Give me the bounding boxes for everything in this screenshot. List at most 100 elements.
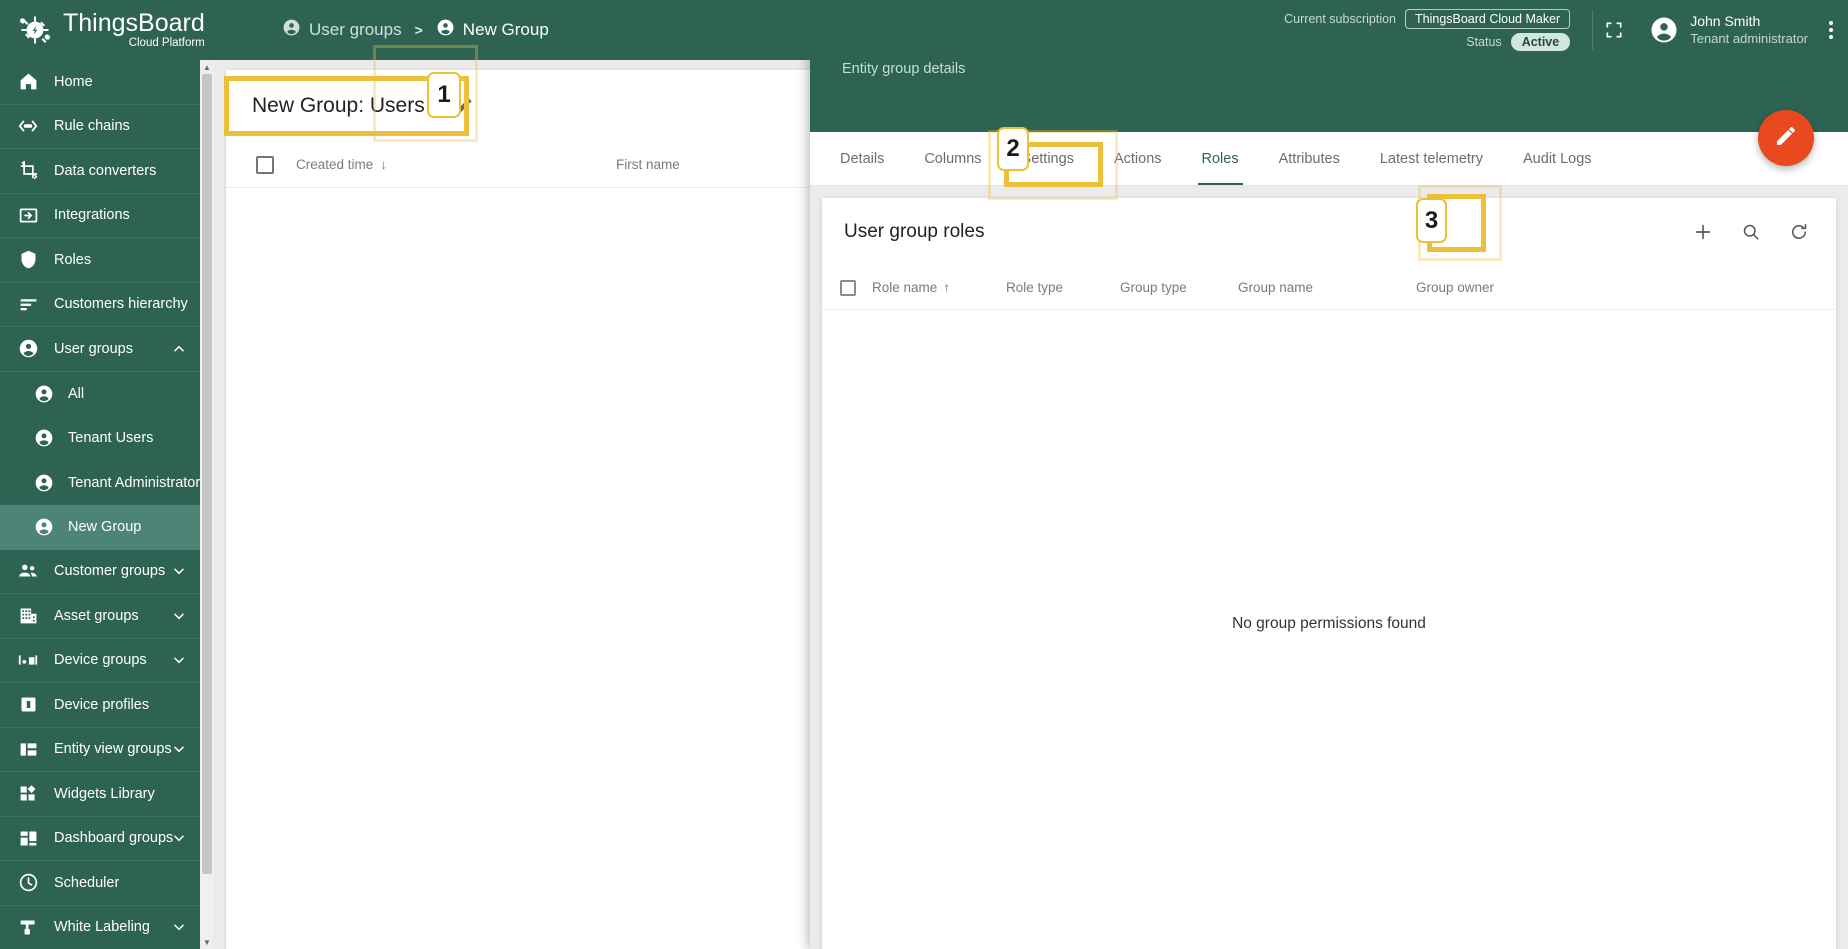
user-menu[interactable]: John Smith Tenant administrator xyxy=(1635,13,1814,48)
column-header-role-type[interactable]: Role type xyxy=(1006,280,1120,295)
pencil-icon xyxy=(1774,124,1798,153)
sidebar-item-dashboard-groups[interactable]: Dashboard groups xyxy=(0,817,200,861)
sidebar-scrollbar-thumb[interactable] xyxy=(202,74,212,874)
sidebar-item-data-converters[interactable]: Data converters xyxy=(0,149,200,194)
sidebar-item-label: Dashboard groups xyxy=(54,830,174,847)
tab-attributes[interactable]: Attributes xyxy=(1259,132,1360,185)
breadcrumb-new-group[interactable]: New Group xyxy=(436,18,549,42)
tab-audit-logs[interactable]: Audit Logs xyxy=(1503,132,1612,185)
column-label: Group owner xyxy=(1416,280,1495,295)
chevron-down-icon[interactable] xyxy=(172,564,186,578)
sidebar-item-widgets-library[interactable]: Widgets Library xyxy=(0,772,200,817)
breadcrumb-user-groups[interactable]: User groups xyxy=(282,18,402,42)
sidebar-item-user-groups[interactable]: User groups xyxy=(0,327,200,372)
tab-roles[interactable]: Roles xyxy=(1182,132,1259,185)
sidebar-item-label: Home xyxy=(54,73,93,90)
brush-icon xyxy=(16,915,40,939)
subscription-info: Current subscription ThingsBoard Cloud M… xyxy=(1284,9,1592,51)
sidebar-item-device-groups[interactable]: Device groups xyxy=(0,639,200,683)
column-header-group-name[interactable]: Group name xyxy=(1238,280,1416,295)
sidebar-item-label: Tenant Administrators xyxy=(68,474,200,491)
column-header-group-type[interactable]: Group type xyxy=(1120,280,1238,295)
chevron-down-icon[interactable] xyxy=(172,653,186,667)
sidebar-item-label: White Labeling xyxy=(54,919,150,936)
refresh-icon[interactable] xyxy=(1778,211,1820,253)
column-header-role-name[interactable]: Role name ↑ xyxy=(872,280,1006,295)
user-icon xyxy=(32,515,56,539)
scroll-down-arrow-icon[interactable]: ▼ xyxy=(200,935,214,949)
chevron-down-icon[interactable] xyxy=(172,831,186,845)
sidebar-item-label: Device profiles xyxy=(54,696,150,713)
sidebar-item-all[interactable]: All xyxy=(0,372,200,417)
scroll-up-arrow-icon[interactable]: ▲ xyxy=(200,60,214,74)
subscription-plan-badge[interactable]: ThingsBoard Cloud Maker xyxy=(1405,9,1571,29)
tab-latest-telemetry[interactable]: Latest telemetry xyxy=(1360,132,1503,185)
tab-label: Roles xyxy=(1201,150,1239,167)
sidebar-item-label: User groups xyxy=(54,340,133,357)
empty-state-message: No group permissions found xyxy=(1232,614,1426,632)
top-toolbar: ThingsBoard Cloud Platform User groups > xyxy=(0,0,1848,60)
chevron-up-icon[interactable] xyxy=(172,342,186,356)
sidebar-item-tenant-users[interactable]: Tenant Users xyxy=(0,416,200,461)
column-header-created-time[interactable]: Created time ↓ xyxy=(296,157,616,172)
kebab-menu-icon[interactable] xyxy=(1814,21,1848,39)
user-icon xyxy=(16,337,40,361)
sidebar-item-customers-hierarchy[interactable]: Customers hierarchy xyxy=(0,283,200,327)
subscription-label: Current subscription xyxy=(1284,12,1396,26)
tab-details[interactable]: Details xyxy=(820,132,904,185)
select-all-checkbox[interactable] xyxy=(256,155,274,174)
annotation-number: 3 xyxy=(1424,206,1439,234)
dashboard-icon xyxy=(16,826,40,850)
sidebar-item-tenant-administrators[interactable]: Tenant Administrators xyxy=(0,461,200,506)
sort-desc-icon: ↓ xyxy=(380,157,388,172)
data-converters-icon xyxy=(16,159,40,183)
user-group-roles-card: User group roles Role name ↑ Role type G… xyxy=(822,198,1836,949)
integrations-icon xyxy=(16,203,40,227)
breadcrumb-parent-label: User groups xyxy=(309,20,402,39)
hierarchy-icon xyxy=(16,292,40,316)
sidebar-item-scheduler[interactable]: Scheduler xyxy=(0,861,200,906)
sidebar-item-asset-groups[interactable]: Asset groups xyxy=(0,594,200,639)
edit-entity-fab-button[interactable] xyxy=(1758,110,1814,166)
tab-actions[interactable]: Actions xyxy=(1094,132,1182,185)
tab-label: Details xyxy=(840,150,885,167)
tab-label: Actions xyxy=(1113,150,1162,167)
sidebar-item-label: Rule chains xyxy=(54,118,130,135)
chevron-down-icon[interactable] xyxy=(172,742,186,756)
search-icon[interactable] xyxy=(1730,211,1772,253)
status-label: Status xyxy=(1466,35,1502,49)
sidebar-item-new-group[interactable]: New Group xyxy=(0,505,200,550)
fullscreen-icon[interactable] xyxy=(1593,9,1635,51)
chevron-down-icon[interactable] xyxy=(172,920,186,934)
group-title: New Group: Users xyxy=(252,94,425,117)
user-icon xyxy=(32,471,56,495)
sidebar-item-roles[interactable]: Roles xyxy=(0,238,200,283)
asset-icon xyxy=(16,604,40,628)
sidebar-item-integrations[interactable]: Integrations xyxy=(0,194,200,238)
column-header-group-owner[interactable]: Group owner xyxy=(1416,280,1576,295)
tab-columns[interactable]: Columns xyxy=(904,132,1001,185)
chevron-down-icon[interactable] xyxy=(172,609,186,623)
user-name: John Smith xyxy=(1690,12,1761,29)
sidebar-item-entity-view-groups[interactable]: Entity view groups xyxy=(0,728,200,772)
breadcrumb: User groups > New Group xyxy=(282,18,549,42)
sidebar-nav: Home Rule chains Data converters Integra… xyxy=(0,60,200,949)
sidebar-item-rule-chains[interactable]: Rule chains xyxy=(0,105,200,149)
sidebar-item-home[interactable]: Home xyxy=(0,60,200,105)
rule-chains-icon xyxy=(16,114,40,138)
sort-asc-icon: ↑ xyxy=(943,280,951,295)
add-group-permission-button[interactable] xyxy=(1682,211,1724,253)
brand-logo[interactable]: ThingsBoard Cloud Platform xyxy=(0,0,240,60)
sidebar-item-label: Data converters xyxy=(54,162,157,179)
sidebar-item-customer-groups[interactable]: Customer groups xyxy=(0,550,200,594)
home-icon xyxy=(16,70,40,94)
select-all-roles-checkbox[interactable] xyxy=(840,279,856,296)
sidebar-scrollbar[interactable]: ▲ ▼ xyxy=(200,60,214,949)
sidebar-item-white-labeling[interactable]: White Labeling xyxy=(0,906,200,949)
sidebar-item-label: Roles xyxy=(54,251,92,268)
detail-tabs: Details Columns Settings Actions Roles A… xyxy=(810,132,1848,186)
tab-label: Settings xyxy=(1021,150,1074,167)
tab-label: Latest telemetry xyxy=(1379,150,1484,167)
sidebar-item-device-profiles[interactable]: Device profiles xyxy=(0,683,200,728)
column-label: Role type xyxy=(1006,280,1064,295)
